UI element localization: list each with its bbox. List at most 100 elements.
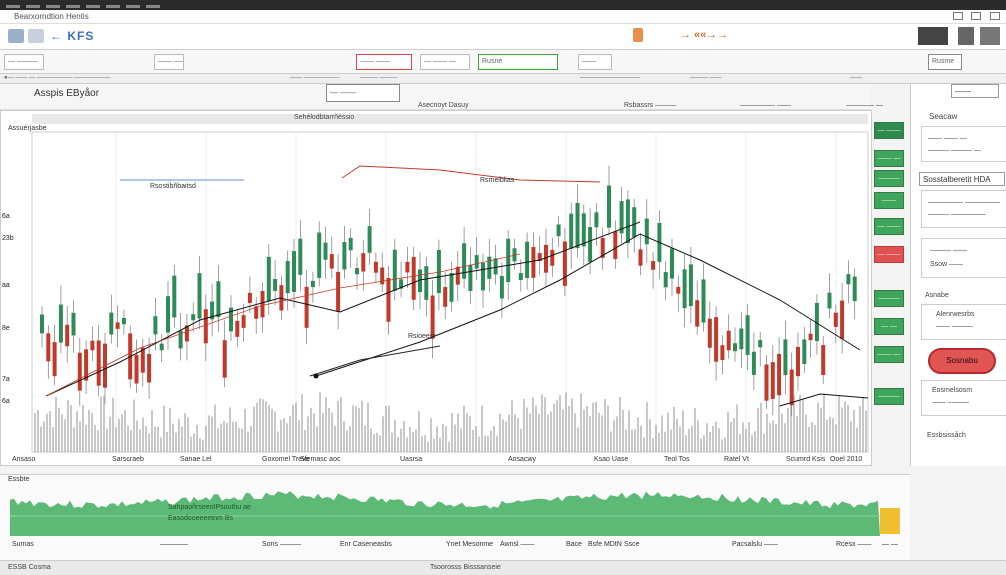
side-button[interactable]: — —	[874, 318, 904, 335]
volume-bar	[583, 409, 585, 452]
candle-bull	[802, 339, 807, 364]
side-button[interactable]: ———	[874, 388, 904, 405]
volume-bar	[589, 416, 591, 452]
tab-4[interactable]: ——————————	[580, 75, 640, 81]
volume-bar	[802, 399, 804, 452]
volume-bar	[616, 416, 618, 452]
right-panel-footer: Essbsissåch	[927, 432, 966, 439]
toolbar-button-3[interactable]: —— ——	[356, 54, 412, 70]
volume-bar	[691, 426, 693, 452]
price-chart[interactable]: Rsostibñbaitsd Rsmeiblias Rsioeesr	[0, 110, 872, 470]
right-panel-card-5[interactable]: Eosmelsosm —— ———	[921, 380, 1006, 416]
candle-bull	[556, 224, 561, 237]
volume-bar	[316, 426, 318, 452]
volume-bar	[535, 405, 537, 452]
volume-bar	[130, 430, 132, 452]
volume-bar	[478, 436, 480, 452]
arrow-left-icon[interactable]	[8, 29, 24, 43]
side-button-red[interactable]: — ——	[874, 246, 904, 263]
toolbar-button-6[interactable]: ——	[578, 54, 612, 70]
right-panel-card-2[interactable]: ————— ————— ——— —————	[921, 190, 1006, 228]
volume-bar	[733, 417, 735, 452]
grid-icon[interactable]	[958, 27, 974, 45]
home-icon[interactable]	[28, 29, 44, 43]
side-button[interactable]: — ——	[874, 122, 904, 139]
tab-strip: ●— —— — —————— —————— —— —————— ——— ——— …	[0, 74, 1006, 84]
side-button[interactable]: —— —	[874, 150, 904, 167]
toolbar-right-button[interactable]: Rusme	[928, 54, 962, 70]
right-panel-card-4[interactable]: Alenrwesrbs —— ———	[921, 304, 1006, 340]
side-button[interactable]: ——	[874, 192, 904, 209]
bottom-axis-label: Bsfe MDtN	[588, 541, 622, 548]
volume-bar	[196, 424, 198, 452]
volume-bar	[169, 407, 171, 452]
candle-bear	[770, 362, 775, 399]
candle-bull	[745, 315, 750, 355]
timeframe-box[interactable]: — ——	[326, 84, 400, 102]
volume-bar	[37, 409, 39, 452]
alert-pill-button[interactable]: Sosnabu	[928, 348, 996, 374]
toolbar-button-5[interactable]: Rusne	[478, 54, 558, 70]
right-panel-top-box[interactable]: ——	[951, 84, 999, 98]
candle-bear	[443, 287, 448, 307]
close-icon[interactable]	[990, 12, 1000, 20]
volume-bar	[376, 432, 378, 452]
side-button[interactable]: ———	[874, 170, 904, 187]
y-label-3: aa	[2, 282, 10, 289]
volume-bar	[805, 414, 807, 452]
candle-bear	[821, 345, 826, 375]
tab-5[interactable]: ——— ——	[690, 75, 722, 81]
maximize-icon[interactable]	[971, 12, 982, 20]
toolbar-button-2[interactable]: —— ————	[154, 54, 184, 70]
volume-bar	[832, 418, 834, 452]
right-panel-card-3[interactable]: ——— —— Ssow ——	[921, 238, 1006, 278]
app-label[interactable]: ← KFS	[50, 29, 94, 43]
toolbar-button-4[interactable]: — —— —	[420, 54, 470, 70]
candle-bull	[518, 273, 523, 281]
toolbar-button-1[interactable]: — ———	[4, 54, 44, 70]
volume-bar	[289, 416, 291, 452]
bookmark-icon[interactable]	[633, 28, 643, 42]
right-panel-card-1[interactable]: —— —— — ——— ——— —	[921, 126, 1006, 162]
card-4-line-2: —— ———	[936, 323, 973, 330]
volume-bar	[667, 412, 669, 452]
volume-bar	[241, 428, 243, 452]
indicator-chart[interactable]	[0, 474, 910, 540]
volume-bar	[559, 395, 561, 452]
candle-bear	[455, 266, 460, 285]
candle-bear	[77, 352, 82, 391]
volume-bar	[649, 419, 651, 452]
layout-icon[interactable]	[980, 27, 1000, 45]
tab-3[interactable]: ——— ———	[360, 75, 398, 81]
indicator-area	[10, 491, 880, 536]
side-button[interactable]: — ——	[874, 218, 904, 235]
toolbar-center-label[interactable]: → ««→→	[680, 29, 728, 41]
right-panel-header-2[interactable]: Sosstalberetit HDA	[919, 172, 1005, 186]
window-thumbnail-icon[interactable]	[918, 27, 948, 45]
bottom-axis-label: Enr Caseneasbs	[340, 541, 392, 548]
tab-2[interactable]: —— ——————	[290, 75, 340, 81]
volume-bar	[754, 431, 756, 452]
volume-bar	[121, 414, 123, 452]
symbol-label[interactable]: Asspis EByåor	[34, 88, 99, 99]
candle-bear	[147, 353, 152, 383]
volume-bar	[76, 411, 78, 452]
volume-bar	[820, 407, 822, 452]
candle-bear	[405, 261, 410, 273]
right-panel-label-4: Asnabe	[925, 292, 949, 299]
candle-bull	[121, 317, 126, 325]
candle-bull	[71, 312, 76, 336]
minimize-icon[interactable]	[952, 12, 963, 20]
volume-bar	[301, 393, 303, 452]
tab-6[interactable]: ——	[850, 75, 862, 81]
volume-bar	[361, 400, 363, 452]
volume-bar	[55, 396, 57, 452]
side-button[interactable]: ———	[874, 290, 904, 307]
candle-bull	[449, 273, 454, 302]
volume-bar	[652, 438, 654, 452]
volume-bar	[451, 413, 453, 452]
tab-1[interactable]: ●— —— — —————— ——————	[4, 75, 110, 81]
side-button[interactable]: —— —	[874, 346, 904, 363]
window-controls	[947, 12, 1000, 22]
volume-bar	[247, 431, 249, 452]
